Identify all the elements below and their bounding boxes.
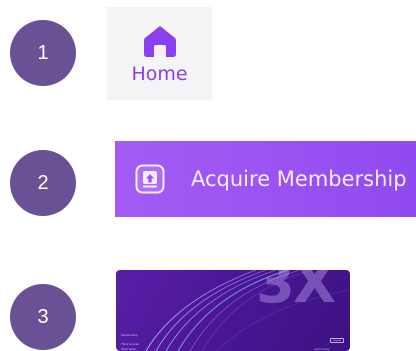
promo-upgrade-label: Upgrade — [333, 339, 341, 342]
step-badge-2: 2 — [10, 150, 76, 216]
promo-line-2: Think smarter — [121, 342, 140, 346]
promo-line-1: Membership — [121, 333, 138, 337]
promo-headline: 3X — [256, 270, 336, 316]
upgrade-badge-icon — [135, 164, 165, 194]
step-number: 1 — [37, 41, 49, 64]
home-icon — [143, 26, 176, 57]
step-badge-1: 1 — [10, 20, 76, 86]
home-tab-label: Home — [131, 63, 188, 85]
acquire-membership-label: Acquire Membership — [191, 167, 407, 191]
step-number: 3 — [37, 305, 49, 328]
step-number: 2 — [37, 171, 49, 194]
promo-upgrade-button[interactable]: Upgrade — [330, 338, 344, 343]
acquire-membership-button[interactable]: Acquire Membership — [115, 141, 416, 217]
step-badge-3: 3 — [10, 284, 76, 350]
promo-card[interactable]: 3X Membership Think smarter Work faster … — [116, 270, 350, 351]
home-tab[interactable]: Home — [107, 7, 212, 100]
